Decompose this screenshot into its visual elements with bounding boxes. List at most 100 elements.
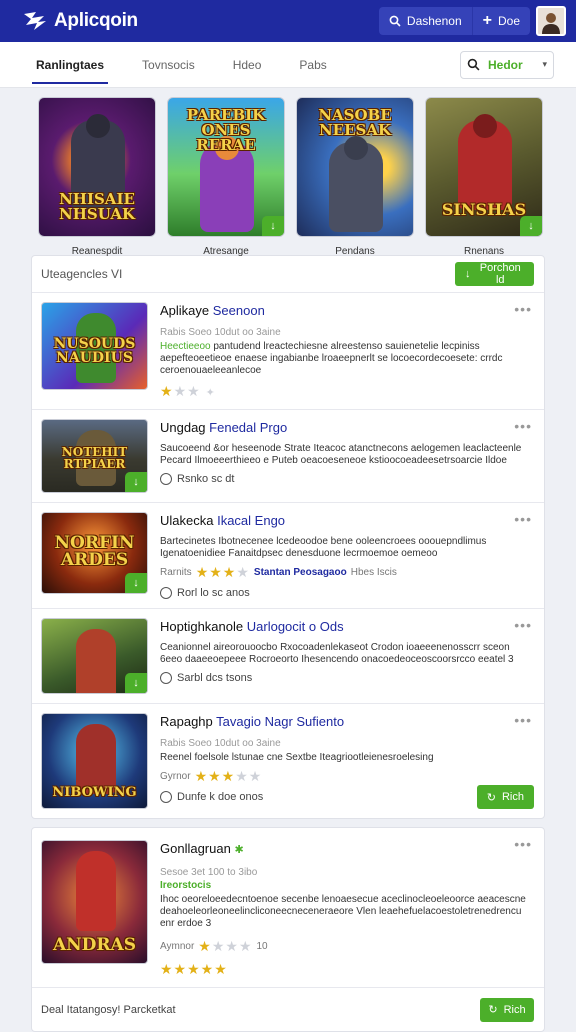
featured-image: NASOBE NEESAK <box>296 97 414 237</box>
download-badge-icon: ↓ <box>125 673 147 693</box>
featured-art-text: NHISAIE NHSUAK <box>58 190 135 223</box>
game-thumbnail: NOTEHIT RTPIAER ↓ <box>41 419 148 493</box>
list-item[interactable]: NORFIN ARDES ↓ Ulakecka Ikacal Engo Bart… <box>32 502 544 608</box>
item-title: Ungdag Fenedal Prgo <box>160 420 288 435</box>
user-menu-label: Doe <box>497 14 520 28</box>
featured-image: SINSHAS ↓ <box>425 97 543 237</box>
featured-image: NHISAIE NHSUAK <box>38 97 156 237</box>
app-title: Aplicqoin <box>54 10 138 31</box>
item-description: Reenel foelsole lstunae cne Sextbe Iteag… <box>160 752 434 763</box>
tab-rankings[interactable]: Ranlingtaes <box>32 42 109 88</box>
featured-art-text: NASOBE NEESAK <box>318 106 392 139</box>
featured-caption: Pendans <box>335 246 375 257</box>
tab-pabs[interactable]: Pabs <box>295 42 330 88</box>
list-item[interactable]: ANDRAS Gonllagruan ✱ Sesoe 3et 100 to 3i… <box>32 828 544 987</box>
list-action-button[interactable]: ↓ Porchon ld <box>455 262 534 286</box>
download-icon: ↓ <box>465 268 471 280</box>
thumbnail-art-text: NOTEHIT RTPIAER <box>61 445 128 471</box>
game-thumbnail: NUSOUDS NAUDIUS <box>41 302 148 390</box>
item-action-button[interactable]: ↻ Rich <box>476 785 534 809</box>
user-avatar-icon <box>542 13 560 34</box>
option-radio[interactable]: Sarbl dcs tsons <box>160 672 534 684</box>
rating-line: Aymnor ★★★★ 10 <box>160 938 268 954</box>
item-description: Ceanionnel aireorouoocbo Rxocoadenlekase… <box>160 642 514 665</box>
featured-card[interactable]: NASOBE NEESAK Pendans <box>296 97 414 257</box>
more-options-icon[interactable]: ••• <box>514 617 532 633</box>
search-dropdown[interactable]: Hedor ▾ <box>460 50 554 79</box>
game-thumbnail: NORFIN ARDES ↓ <box>41 512 148 594</box>
game-thumbnail: ANDRAS <box>41 840 148 964</box>
item-title: Gonllagruan ✱ <box>160 841 244 856</box>
character-figure <box>76 629 116 693</box>
item-meta: Rabis Soeo 10dut oo 3aine <box>160 327 281 338</box>
item-description: Saucoeend &or heseenode Strate Iteacoc a… <box>160 443 522 466</box>
app-logo[interactable]: Aplicqoin <box>22 10 138 32</box>
featured-caption: Atresange <box>203 246 249 257</box>
featured-row: NHISAIE NHSUAK Reanespdit PAREBIK ONES R… <box>0 88 576 257</box>
featured-card[interactable]: NHISAIE NHSUAK Reanespdit <box>38 97 156 257</box>
featured-card[interactable]: PAREBIK ONES RERAE ↓ Atresange <box>167 97 285 257</box>
ranking-list: Uteagencles VI ↓ Porchon ld NUSOUDS NAUD… <box>31 255 545 819</box>
tab-townsocis[interactable]: Tovnsocis <box>138 42 199 88</box>
item-description: Ihoc oeoreloeedecntoenoe secenbe lenoaes… <box>160 894 526 929</box>
plus-icon: + <box>482 12 492 29</box>
list-action-label: Porchon ld <box>479 262 521 286</box>
download-badge-icon: ↓ <box>262 216 284 236</box>
more-options-icon[interactable]: ••• <box>514 511 532 527</box>
list-header: Uteagencles VI ↓ Porchon ld <box>32 256 544 292</box>
option-radio[interactable]: Rsnko sc dt <box>160 473 534 485</box>
radio-icon <box>160 672 172 684</box>
download-badge-icon: ↓ <box>520 216 542 236</box>
list-item[interactable]: NOTEHIT RTPIAER ↓ Ungdag Fenedal Prgo Sa… <box>32 409 544 502</box>
search-value: Hedor <box>488 57 523 72</box>
more-options-icon[interactable]: ••• <box>514 712 532 728</box>
download-badge-icon: ↓ <box>125 472 147 492</box>
item-title: Ulakecka Ikacal Engo <box>160 513 286 528</box>
top-bar: Aplicqoin Dashenon + Doe <box>0 0 576 42</box>
logo-icon <box>24 12 46 30</box>
radio-icon <box>160 473 172 485</box>
more-options-icon[interactable]: ••• <box>514 418 532 434</box>
radio-icon <box>160 587 172 599</box>
header-action-group: Dashenon + Doe <box>378 7 530 35</box>
search-icon <box>467 58 480 71</box>
refresh-icon: ↻ <box>488 1004 498 1016</box>
dashboard-button[interactable]: Dashenon <box>379 7 472 35</box>
more-options-icon[interactable]: ••• <box>514 301 532 317</box>
thumbnail-art-text: NORFIN ARDES <box>54 533 135 570</box>
character-figure <box>458 114 512 210</box>
list-item[interactable]: ↓ Hoptighkanole Uarlogocit o Ods Ceanion… <box>32 608 544 703</box>
game-thumbnail: ↓ <box>41 618 148 694</box>
featured-image: PAREBIK ONES RERAE ↓ <box>167 97 285 237</box>
featured-caption: Reanespdit <box>71 246 123 257</box>
character-figure <box>329 136 383 232</box>
list-item[interactable]: NIBOWING Rapaghp Tavagio Nagr Sufiento R… <box>32 703 544 818</box>
more-options-icon[interactable]: ••• <box>514 836 532 852</box>
featured-detail-card: ANDRAS Gonllagruan ✱ Sesoe 3et 100 to 3i… <box>31 827 545 1032</box>
footer-label: Deal Itatangosy! Parcketkat <box>41 1003 176 1016</box>
chevron-down-icon: ▾ <box>542 59 547 69</box>
avatar[interactable] <box>536 6 566 36</box>
featured-caption: Rnenans <box>463 246 505 257</box>
thumbnail-art-text: ANDRAS <box>52 935 137 955</box>
search-icon <box>389 15 401 27</box>
thumbnail-art-text: NIBOWING <box>52 785 137 800</box>
item-title: Aplikaye Seenoon <box>160 303 265 318</box>
rating-link[interactable]: Stantan Peosagaoo <box>254 567 347 578</box>
item-description: Heectieeoo pantudend lreactechiesne alre… <box>160 341 503 376</box>
character-figure <box>200 136 254 232</box>
dashboard-label: Dashenon <box>406 14 462 28</box>
option-radio[interactable]: Rorl lo sc anos <box>160 587 534 599</box>
list-heading: Uteagencles VI <box>41 267 123 281</box>
item-action-label: Rich <box>501 791 524 803</box>
user-menu-button[interactable]: + Doe <box>471 7 530 35</box>
featured-card[interactable]: SINSHAS ↓ Rnenans <box>425 97 543 257</box>
tab-video[interactable]: Hdeo <box>229 42 266 88</box>
character-figure <box>76 851 116 931</box>
list-item[interactable]: NUSOUDS NAUDIUS Aplikaye Seenoon Rabis S… <box>32 292 544 409</box>
download-icon: ↻ <box>486 791 496 804</box>
footer-action-label: Rich <box>503 1003 526 1016</box>
tab-bar: Ranlingtaes Tovnsocis Hdeo Pabs Hedor ▾ <box>0 42 576 88</box>
footer-action-button[interactable]: ↻ Rich <box>480 997 534 1022</box>
game-thumbnail: NIBOWING <box>41 713 148 809</box>
